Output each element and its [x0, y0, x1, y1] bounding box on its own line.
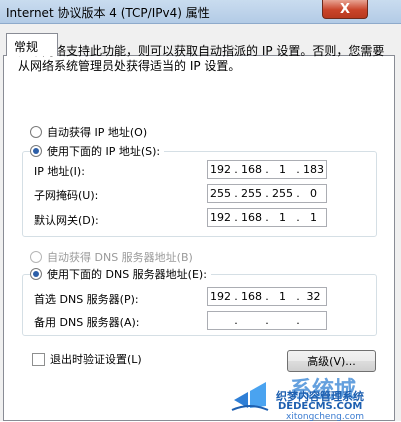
validate-on-exit-label: 退出时验证设置(L)	[50, 353, 142, 366]
tab-general[interactable]: 常规	[6, 33, 58, 56]
octet-dot: .	[296, 314, 300, 327]
radio-auto-ip-label: 自动获得 IP 地址(O)	[47, 126, 148, 139]
octet-2: 168	[241, 163, 262, 176]
octet-3: 1	[279, 211, 286, 224]
radio-manual-ip-label: 使用下面的 IP 地址(S):	[47, 145, 161, 158]
radio-manual-dns-label: 使用下面的 DNS 服务器地址(E):	[47, 268, 207, 281]
radio-manual-dns[interactable]: 使用下面的 DNS 服务器地址(E):	[30, 266, 211, 282]
octet-4: 1	[310, 211, 317, 224]
octet-2: 168	[241, 290, 262, 303]
octet-3: 1	[279, 163, 286, 176]
advanced-button[interactable]: 高级(V)...	[287, 350, 376, 372]
ip-address-label: IP 地址(I):	[34, 165, 85, 178]
alternate-dns-label: 备用 DNS 服务器(A):	[34, 316, 140, 329]
checkbox[interactable]	[32, 352, 45, 366]
radio-manual-ip[interactable]: 使用下面的 IP 地址(S):	[30, 143, 165, 159]
radio-auto-ip[interactable]: 自动获得 IP 地址(O)	[30, 124, 147, 140]
radio-button[interactable]	[30, 126, 42, 138]
octet-1: 255	[210, 187, 231, 200]
radio-auto-dns-label: 自动获得 DNS 服务器地址(B)	[47, 251, 193, 264]
octet-1: 192	[210, 290, 231, 303]
octet-4: 183	[303, 163, 324, 176]
subnet-mask-label: 子网掩码(U):	[34, 189, 99, 202]
octet-1: 192	[210, 163, 231, 176]
octet-4: 0	[310, 187, 317, 200]
radio-button-selected[interactable]	[30, 145, 42, 157]
ip-address-field[interactable]: 192. 168. 1. 183	[207, 160, 327, 179]
window-title: Internet 协议版本 4 (TCP/IPv4) 属性	[6, 6, 210, 20]
octet-3: 255	[272, 187, 293, 200]
radio-button-disabled[interactable]	[30, 251, 42, 263]
radio-button-selected[interactable]	[30, 268, 42, 280]
octet-2: 255	[241, 187, 262, 200]
octet-1: 192	[210, 211, 231, 224]
octet-2: 168	[241, 211, 262, 224]
close-button[interactable]: X	[322, 0, 368, 19]
radio-auto-dns[interactable]: 自动获得 DNS 服务器地址(B)	[30, 249, 193, 265]
validate-on-exit-checkbox[interactable]: 退出时验证设置(L)	[32, 351, 142, 367]
octet-3: 1	[279, 290, 286, 303]
title-bar: Internet 协议版本 4 (TCP/IPv4) 属性 X	[0, 0, 401, 24]
subnet-mask-field[interactable]: 255. 255. 255. 0	[207, 184, 327, 203]
alternate-dns-field[interactable]: . . .	[207, 311, 327, 330]
octet-4: 32	[306, 290, 321, 303]
description-text: 如果网络支持此功能，则可以获取自动指派的 IP 设置。否则，您需要从网络系统管理…	[18, 44, 385, 73]
preferred-dns-label: 首选 DNS 服务器(P):	[34, 293, 139, 306]
close-icon: X	[339, 1, 351, 17]
octet-dot: .	[265, 314, 269, 327]
octet-dot: .	[234, 314, 238, 327]
preferred-dns-field[interactable]: 192. 168. 1. 32	[207, 287, 327, 306]
default-gateway-field[interactable]: 192. 168. 1. 1	[207, 208, 327, 227]
default-gateway-label: 默认网关(D):	[34, 214, 99, 227]
